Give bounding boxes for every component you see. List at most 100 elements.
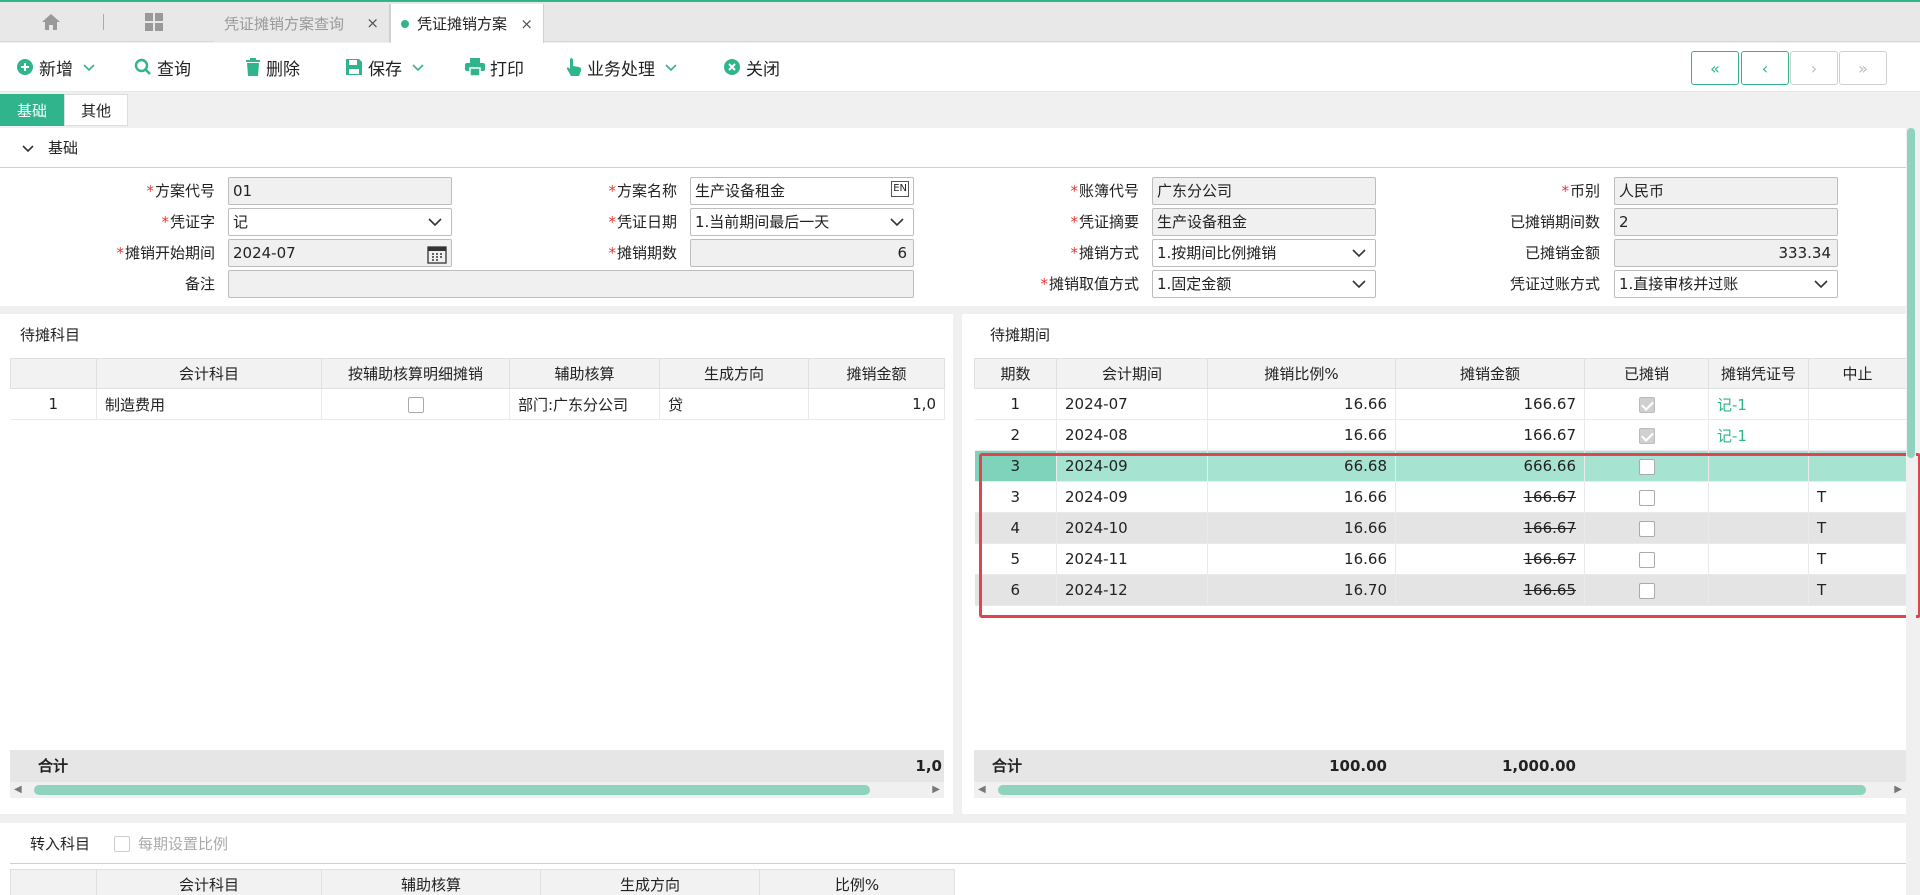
add-button[interactable]: 新增 [16, 53, 95, 81]
column-header[interactable]: 摊销比例% [1207, 358, 1396, 389]
currency-field[interactable]: 人民币 [1614, 177, 1838, 205]
stop-cell[interactable] [1808, 388, 1907, 420]
table-row[interactable]: 3 2024-09 16.66 166.67 T [974, 481, 1907, 513]
ratio-cell[interactable]: 16.66 [1207, 481, 1396, 513]
table-row[interactable]: 1 2024-07 16.66 166.67 记-1 [974, 388, 1907, 420]
voucher-no-cell[interactable]: 记-1 [1708, 419, 1809, 451]
table-row[interactable]: 5 2024-11 16.66 166.67 T [974, 543, 1907, 575]
save-button[interactable]: 保存 [345, 53, 424, 81]
scroll-left-icon[interactable]: ◀ [978, 782, 986, 798]
page-vertical-scrollbar[interactable] [1906, 128, 1916, 895]
stop-cell[interactable] [1808, 419, 1907, 451]
business-process-button[interactable]: 业务处理 [566, 53, 677, 81]
accounting-period-cell[interactable]: 2024-12 [1056, 574, 1208, 606]
amortized-checkbox-cell[interactable] [1584, 419, 1709, 451]
period-no-cell[interactable]: 3 [974, 450, 1057, 482]
column-header[interactable]: 会计科目 [96, 869, 322, 895]
last-record-button[interactable]: » [1839, 51, 1887, 85]
stop-cell[interactable]: T [1808, 574, 1907, 606]
amount-cell[interactable]: 166.65 [1395, 574, 1585, 606]
amortized-checkbox-cell[interactable] [1584, 388, 1709, 420]
tab-plan[interactable]: 凭证摊销方案 × [390, 4, 544, 43]
value-method-select[interactable]: 1.固定金额 [1152, 270, 1376, 298]
accounting-period-cell[interactable]: 2024-09 [1056, 450, 1208, 482]
amortized-checkbox[interactable] [1638, 427, 1655, 444]
chevron-down-icon[interactable] [665, 57, 677, 77]
scroll-right-icon[interactable]: ▶ [1894, 782, 1902, 798]
ratio-cell[interactable]: 16.66 [1207, 543, 1396, 575]
stop-cell[interactable]: T [1808, 543, 1907, 575]
amount-cell[interactable]: 1,0 [808, 388, 945, 420]
plan-name-field[interactable]: 生产设备租金 EN [690, 177, 914, 205]
account-cell[interactable]: 制造费用 [96, 388, 322, 420]
column-header[interactable]: 会计科目 [96, 358, 322, 389]
accounting-period-cell[interactable]: 2024-08 [1056, 419, 1208, 451]
column-header[interactable]: 生成方向 [659, 358, 809, 389]
amount-cell[interactable]: 166.67 [1395, 388, 1585, 420]
voucher-date-select[interactable]: 1.当前期间最后一天 [690, 208, 914, 236]
amount-cell[interactable]: 166.67 [1395, 419, 1585, 451]
ratio-cell[interactable]: 66.68 [1207, 450, 1396, 482]
posting-method-select[interactable]: 1.直接审核并过账 [1614, 270, 1838, 298]
start-period-field[interactable]: 2024-07 [228, 239, 452, 267]
column-header[interactable]: 中止 [1808, 358, 1907, 389]
amortized-checkbox[interactable] [1638, 489, 1655, 506]
scrollbar-thumb[interactable] [1907, 128, 1915, 458]
period-no-cell[interactable]: 2 [974, 419, 1057, 451]
basic-section-header[interactable]: 基础 [0, 128, 1906, 168]
column-header[interactable]: 按辅助核算明细摊销 [321, 358, 510, 389]
chevron-down-icon[interactable] [412, 57, 424, 77]
delete-button[interactable]: 删除 [245, 53, 300, 81]
next-record-button[interactable]: › [1790, 51, 1838, 85]
close-button[interactable]: 关闭 [723, 53, 780, 81]
aux-cell[interactable]: 部门:广东分公司 [509, 388, 660, 420]
accounting-period-cell[interactable]: 2024-09 [1056, 481, 1208, 513]
amortized-checkbox-cell[interactable] [1584, 481, 1709, 513]
apps-grid-icon[interactable] [129, 2, 179, 42]
first-record-button[interactable]: « [1691, 51, 1739, 85]
column-header[interactable]: 摊销金额 [808, 358, 945, 389]
table-row[interactable]: 6 2024-12 16.70 166.65 T [974, 574, 1907, 606]
tab-other[interactable]: 其他 [64, 94, 128, 126]
horizontal-scrollbar[interactable]: ◀ ▶ [10, 782, 944, 798]
ratio-cell[interactable]: 16.66 [1207, 388, 1396, 420]
direction-cell[interactable]: 贷 [659, 388, 809, 420]
home-icon[interactable] [26, 2, 76, 42]
close-icon[interactable]: × [366, 14, 379, 32]
period-no-cell[interactable]: 1 [974, 388, 1057, 420]
amortized-checkbox-cell[interactable] [1584, 574, 1709, 606]
chevron-down-icon[interactable] [22, 139, 34, 157]
stop-cell[interactable]: T [1808, 481, 1907, 513]
scrollbar-thumb[interactable] [998, 785, 1866, 795]
column-header[interactable]: 期数 [974, 358, 1057, 389]
amortized-checkbox-cell[interactable] [1584, 450, 1709, 482]
period-no-cell[interactable]: 6 [974, 574, 1057, 606]
print-button[interactable]: 打印 [465, 53, 524, 81]
tab-plan-query[interactable]: 凭证摊销方案查询 × [214, 4, 390, 42]
amortized-checkbox[interactable] [1638, 551, 1655, 568]
voucher-no-cell[interactable] [1708, 543, 1809, 575]
ratio-cell[interactable]: 16.70 [1207, 574, 1396, 606]
voucher-no-cell[interactable] [1708, 574, 1809, 606]
accounting-period-cell[interactable]: 2024-10 [1056, 512, 1208, 544]
amortized-checkbox[interactable] [1638, 458, 1655, 475]
accounting-period-cell[interactable]: 2024-11 [1056, 543, 1208, 575]
column-header[interactable]: 比例% [759, 869, 955, 895]
per-period-ratio-option[interactable]: 每期设置比例 [114, 833, 228, 854]
amortized-checkbox[interactable] [1638, 520, 1655, 537]
ratio-cell[interactable]: 16.66 [1207, 512, 1396, 544]
accounting-period-cell[interactable]: 2024-07 [1056, 388, 1208, 420]
amortized-checkbox-cell[interactable] [1584, 543, 1709, 575]
scroll-left-icon[interactable]: ◀ [14, 782, 22, 798]
scrollbar-thumb[interactable] [34, 785, 870, 795]
amortized-checkbox-cell[interactable] [1584, 512, 1709, 544]
amount-cell[interactable]: 166.67 [1395, 543, 1585, 575]
scroll-right-icon[interactable]: ▶ [932, 782, 940, 798]
close-icon[interactable]: × [520, 15, 533, 33]
query-button[interactable]: 查询 [134, 53, 191, 81]
stop-cell[interactable] [1808, 450, 1907, 482]
tab-basic[interactable]: 基础 [0, 94, 64, 126]
column-header[interactable]: 生成方向 [540, 869, 760, 895]
stop-cell[interactable]: T [1808, 512, 1907, 544]
chevron-down-icon[interactable] [83, 57, 95, 77]
